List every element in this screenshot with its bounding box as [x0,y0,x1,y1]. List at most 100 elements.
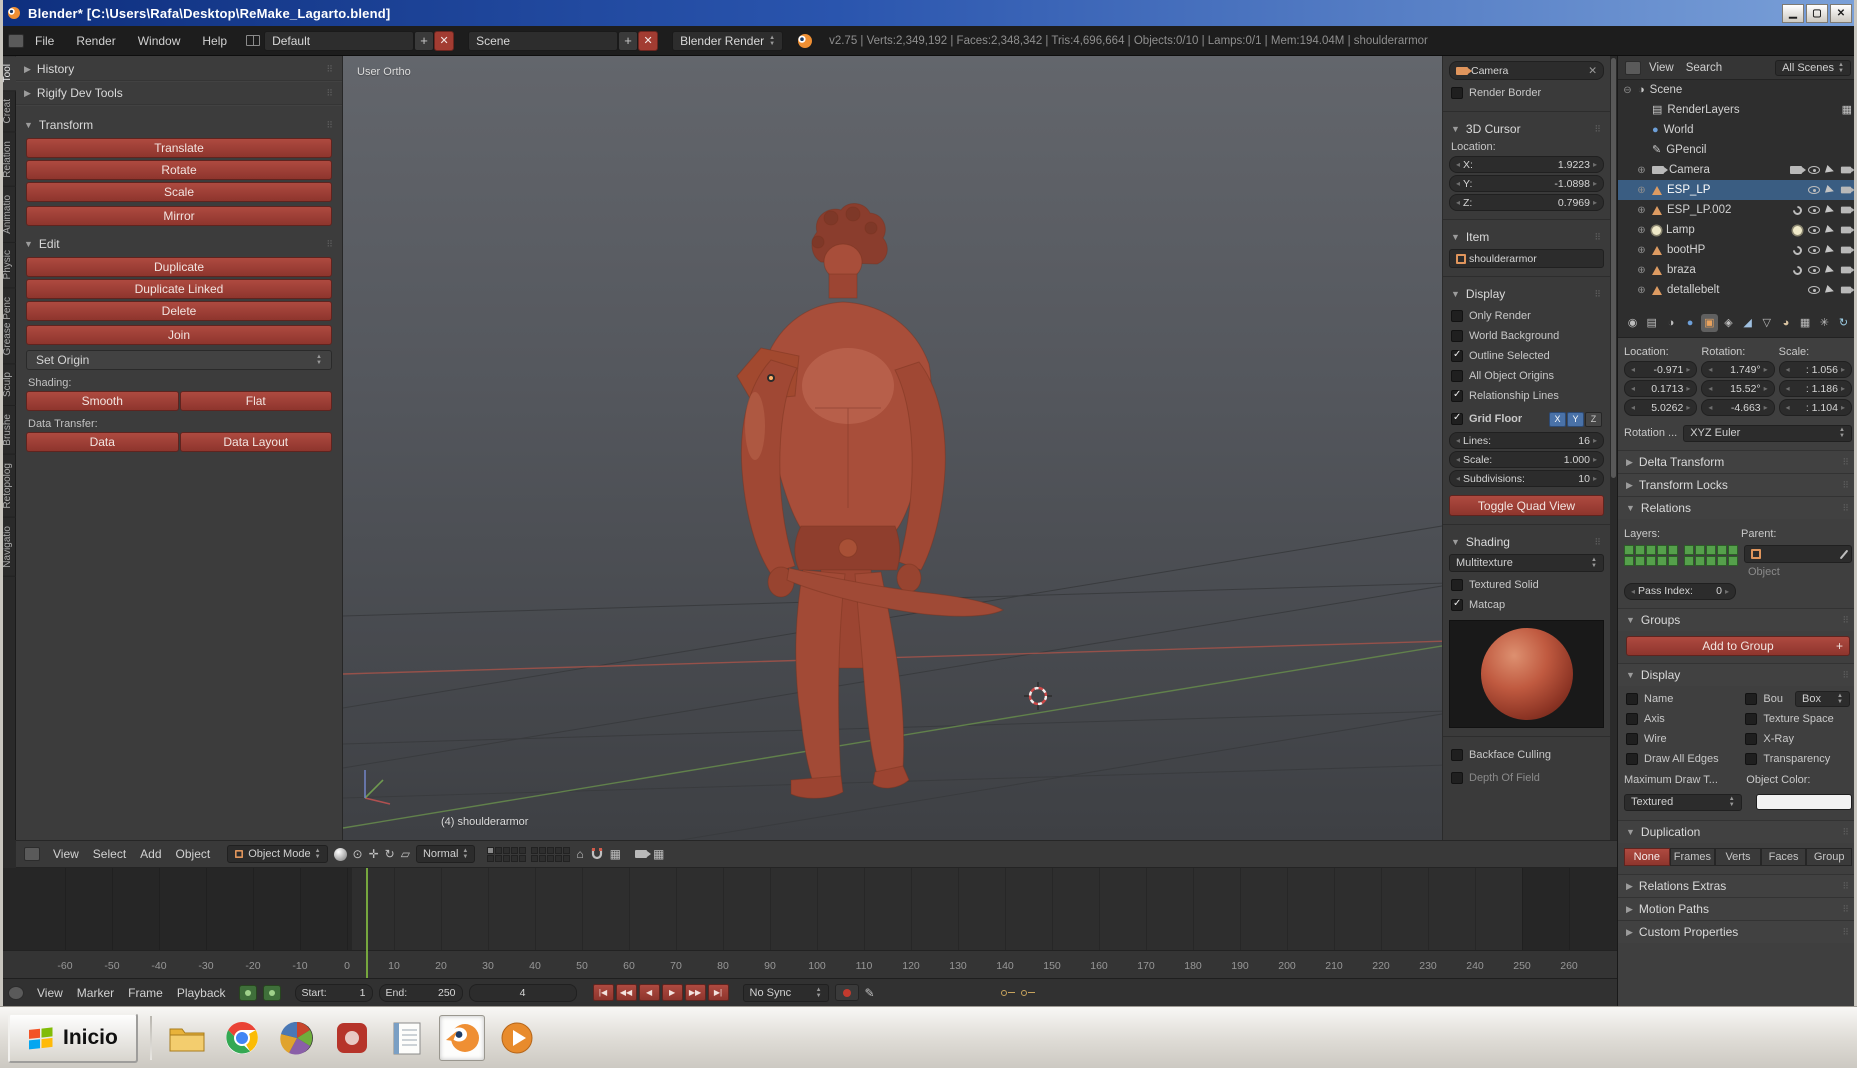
panel-edit[interactable]: ▼Edit⠿ [16,233,342,255]
grid-lines-field[interactable]: ◂Lines:16▸ [1449,432,1604,449]
layer-cell[interactable] [1695,556,1705,566]
render-engine-select[interactable]: Blender Render ▲▼ [672,31,783,51]
opengl-render-icon[interactable] [635,850,647,858]
panel-3d-cursor[interactable]: ▼3D Cursor⠿ [1449,120,1604,138]
display-relationship-lines-checkbox[interactable]: Relationship Lines [1449,386,1604,406]
outliner-row-renderlayers[interactable]: ▤RenderLayers▦ [1618,100,1857,120]
panel-relations[interactable]: ▼Relations⠿ [1618,496,1857,519]
renderability-icon[interactable] [1841,227,1851,234]
transport-button-0[interactable]: |◀ [593,984,614,1001]
viewport-layer-cell[interactable] [519,847,526,854]
viewport-layer-cell[interactable] [547,847,554,854]
taskbar-chrome-icon[interactable] [219,1015,265,1061]
viewport-layer-cell[interactable] [487,855,494,862]
keyframe-icon[interactable] [1001,990,1007,996]
add-scene-button[interactable]: + [618,31,638,51]
start-button[interactable]: Inicio [8,1013,138,1063]
panel-display[interactable]: ▼Display⠿ [1618,663,1857,686]
panel-transform[interactable]: ▼Transform⠿ [16,114,342,136]
layer-cell[interactable] [1728,556,1738,566]
selectability-icon[interactable] [1825,205,1835,215]
duplication-faces[interactable]: Faces [1761,848,1807,866]
viewport-layer-cell[interactable] [495,847,502,854]
viewport-layer-cell[interactable] [519,855,526,862]
panel-relations-extras[interactable]: ▶Relations Extras⠿ [1618,874,1857,897]
selectability-icon[interactable] [1825,285,1835,295]
viewport-3d[interactable]: User Ortho (4) shoulderarmor Camera ✕ Re… [343,56,1617,840]
renderability-icon[interactable] [1841,247,1851,254]
layer-cell[interactable] [1706,545,1716,555]
render-border-checkbox[interactable]: Render Border [1449,83,1604,103]
minimize-button[interactable]: ▁ [1782,4,1804,23]
manipulator-translate-icon[interactable]: ✛ [369,847,379,861]
matcap-preview[interactable] [1449,620,1604,728]
editor-type-icon[interactable] [24,847,40,861]
selectability-icon[interactable] [1825,185,1835,195]
viewport-menu-view[interactable]: View [46,841,86,867]
panel-item[interactable]: ▼Item⠿ [1449,228,1604,246]
transport-button-1[interactable]: ◀◀ [616,984,637,1001]
viewport-layers-widget[interactable] [487,847,526,862]
layer-cell[interactable] [1635,556,1645,566]
viewport-layer-cell[interactable] [531,847,538,854]
mode-select[interactable]: Object Mode ▲▼ [227,845,327,863]
collapse-icon[interactable]: ⊖ [1622,85,1633,96]
taskbar-folder-icon[interactable] [164,1015,210,1061]
object-color-swatch[interactable] [1756,794,1852,810]
layer-cell[interactable] [1695,545,1705,555]
viewport-layer-cell[interactable] [503,855,510,862]
transport-button-5[interactable]: ▶| [708,984,729,1001]
transport-button-3[interactable]: ▶ [662,984,683,1001]
taskbar-media-player-icon[interactable] [494,1015,540,1061]
timeline-menu-view[interactable]: View [30,979,70,1006]
sync-mode-select[interactable]: No Sync ▲▼ [743,984,829,1002]
viewport-layer-cell[interactable] [563,855,570,862]
layer-cell[interactable] [1684,556,1694,566]
timeline-menu-frame[interactable]: Frame [121,979,170,1006]
properties-tab-render-layers[interactable]: ▤ [1643,314,1660,332]
expand-icon[interactable]: ⊕ [1636,165,1647,176]
menu-render[interactable]: Render [65,26,126,55]
visibility-eye-icon[interactable] [1808,166,1820,174]
outliner-row-braza[interactable]: ⊕braza [1618,260,1857,280]
add-layout-button[interactable]: + [414,31,434,51]
outliner-menu-view[interactable]: View [1649,62,1674,74]
properties-tab-object-data[interactable]: ▽ [1758,314,1775,332]
display-draw-all-edges-checkbox[interactable]: Draw All Edges [1624,749,1743,769]
layer-cell[interactable] [1717,545,1727,555]
layer-cell[interactable] [1728,545,1738,555]
camera-object-field[interactable]: Camera ✕ [1449,61,1604,80]
panel-display[interactable]: ▼Display⠿ [1449,285,1604,303]
editor-type-icon[interactable] [8,34,24,48]
transport-button-2[interactable]: ◀ [639,984,660,1001]
display-bou-checkbox[interactable]: BouBox▲▼ [1743,689,1852,709]
lock-icon[interactable]: ⌂ [576,847,583,861]
shading-textured-solid-checkbox[interactable]: Textured Solid [1449,575,1604,595]
display-outline-selected-checkbox[interactable]: Outline Selected [1449,346,1604,366]
taskbar-notepad-icon[interactable] [384,1015,430,1061]
layer-cell[interactable] [1657,556,1667,566]
mirror-button[interactable]: Mirror [26,206,332,226]
parent-object-field[interactable] [1744,545,1852,563]
rotation-value-field[interactable]: ◂15.52°▸ [1701,380,1774,397]
outliner-menu-search[interactable]: Search [1686,62,1722,74]
expand-icon[interactable]: ⊕ [1636,205,1647,216]
record-button[interactable] [835,984,859,1001]
panel-rigify-dev-tools[interactable]: ▶Rigify Dev Tools⠿ [16,82,342,104]
properties-tab-texture[interactable]: ▦ [1797,314,1814,332]
pivot-point-icon[interactable]: ⊙ [353,847,363,861]
properties-tab-modifiers[interactable]: ◢ [1739,314,1756,332]
selectability-icon[interactable] [1825,265,1835,275]
shading-mode-select[interactable]: Multitexture ▲▼ [1449,554,1604,572]
rotation-mode-select[interactable]: XYZ Euler ▲▼ [1683,425,1852,442]
data-button[interactable]: Data [26,432,179,452]
panel-history[interactable]: ▶History⠿ [16,58,342,80]
properties-tab-material[interactable]: ◕ [1777,314,1794,332]
scene-field[interactable]: Scene [468,31,618,51]
pass-index-field[interactable]: ◂ Pass Index: 0 ▸ [1624,583,1736,600]
layers-grid[interactable] [1684,545,1738,566]
transport-button-4[interactable]: ▶▶ [685,984,706,1001]
viewport-layer-cell[interactable] [555,847,562,854]
outliner-row-lamp[interactable]: ⊕Lamp [1618,220,1857,240]
properties-tab-world[interactable]: ● [1682,314,1699,332]
